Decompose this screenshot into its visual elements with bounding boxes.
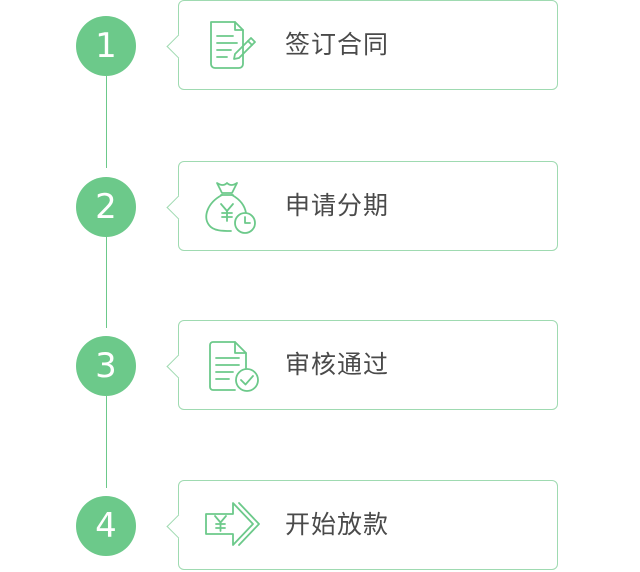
document-approved-icon bbox=[201, 338, 261, 394]
step-2: 2 申请分期 bbox=[0, 161, 640, 253]
step-card-2: 申请分期 bbox=[166, 161, 558, 251]
card-pointer bbox=[166, 354, 191, 379]
step-label-1: 签订合同 bbox=[285, 30, 390, 59]
contract-sign-icon bbox=[201, 18, 261, 74]
step-3: 3 审核通过 bbox=[0, 320, 640, 412]
step-number-2: 2 bbox=[76, 177, 136, 237]
step-card-3: 审核通过 bbox=[166, 320, 558, 410]
card-pointer bbox=[166, 514, 191, 539]
step-card-1: 签订合同 bbox=[166, 0, 558, 90]
step-label-2: 申请分期 bbox=[285, 191, 390, 220]
money-bag-clock-icon bbox=[201, 179, 261, 235]
step-card-4: 开始放款 bbox=[166, 480, 558, 570]
step-4: 4 开始放款 bbox=[0, 480, 640, 572]
step-number-1: 1 bbox=[76, 16, 136, 76]
card-pointer bbox=[166, 195, 191, 220]
step-number-3: 3 bbox=[76, 336, 136, 396]
loan-transfer-icon bbox=[201, 498, 261, 554]
step-label-4: 开始放款 bbox=[285, 510, 390, 539]
step-number-4: 4 bbox=[76, 496, 136, 556]
card-pointer bbox=[166, 34, 191, 59]
step-1: 1 签订合同 bbox=[0, 0, 640, 92]
step-label-3: 审核通过 bbox=[285, 350, 390, 379]
